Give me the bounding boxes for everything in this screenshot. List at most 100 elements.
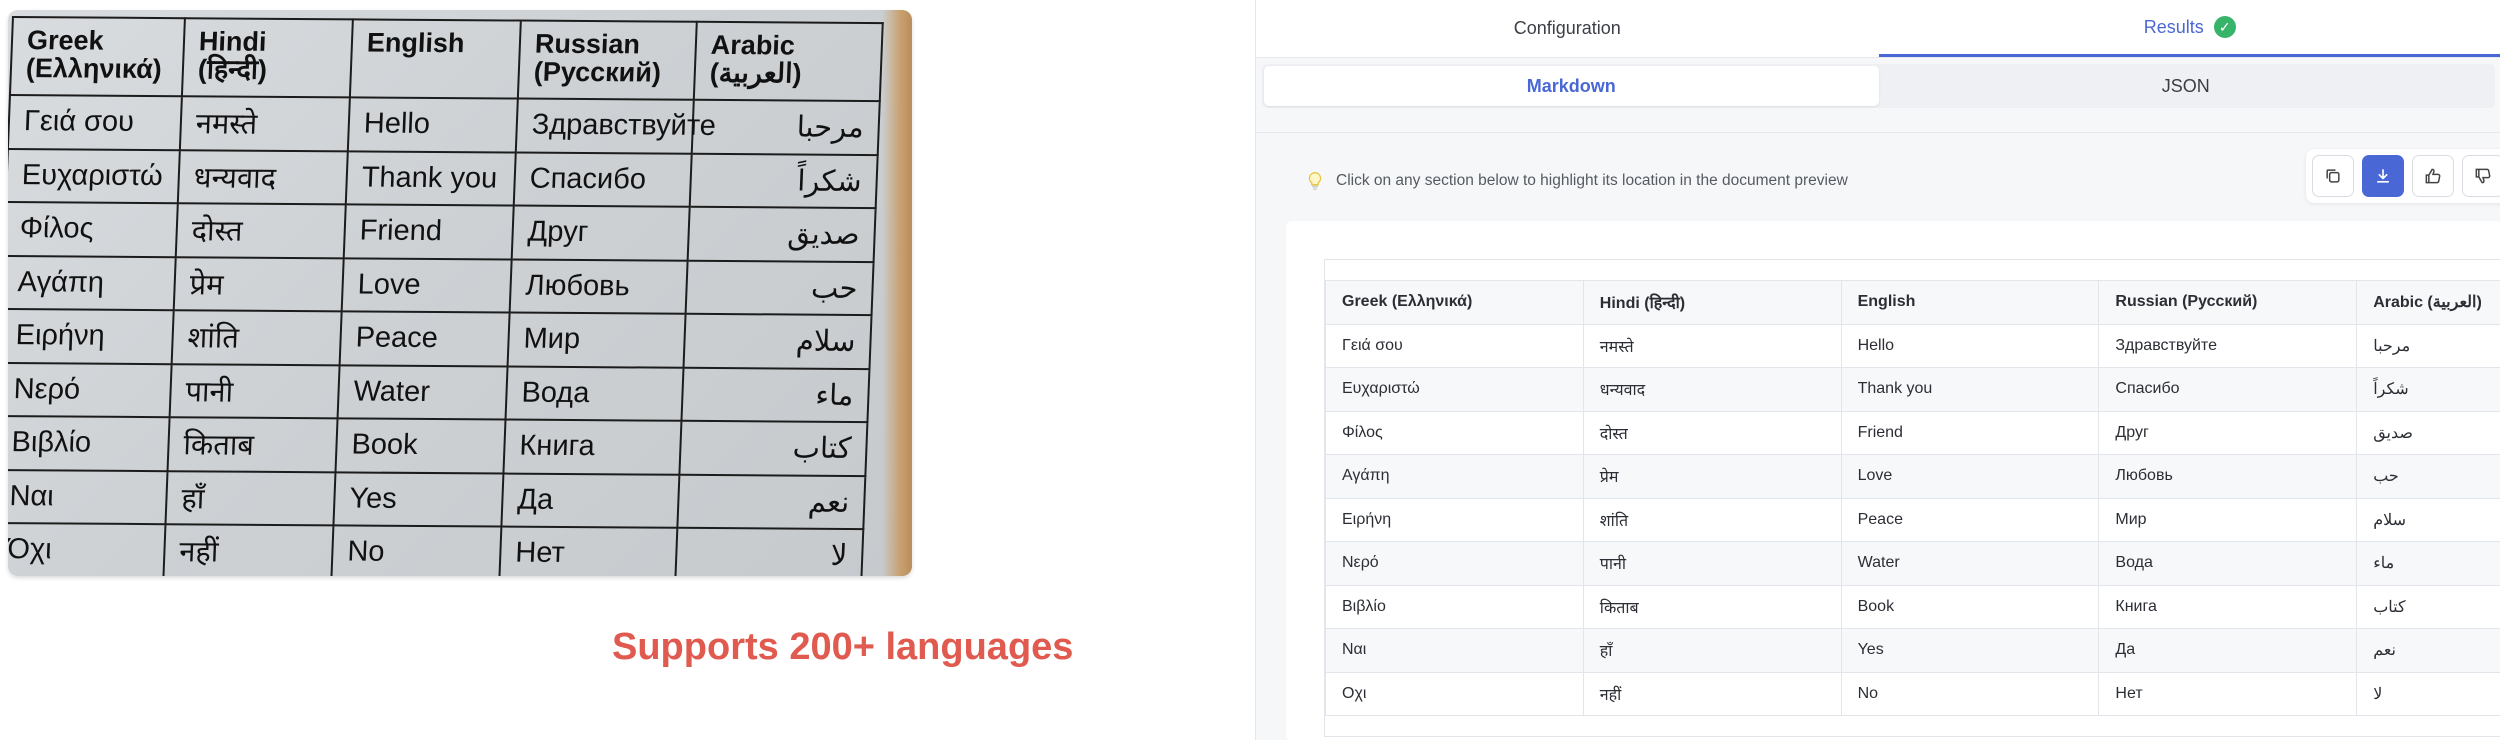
table-row[interactable]: Φίλος दोस्त Friend Друг صديق: [1325, 410, 2500, 455]
table-cell[interactable]: शांति: [1582, 497, 1842, 542]
table-cell[interactable]: Βιβλίο: [1325, 584, 1584, 629]
download-button[interactable]: [2362, 155, 2404, 197]
table-cell[interactable]: Οχι: [1325, 671, 1584, 716]
table-cell[interactable]: Ειρήνη: [1325, 497, 1584, 542]
table-cell[interactable]: ماء: [2356, 541, 2500, 586]
table-cell[interactable]: صديق: [2356, 410, 2500, 455]
tab-configuration[interactable]: Configuration: [1256, 0, 1879, 57]
printed-table-cell: Ειρήνη: [8, 308, 174, 364]
tab-markdown[interactable]: Markdown: [1264, 66, 1879, 106]
table-cell[interactable]: Любовь: [2098, 454, 2358, 499]
table-cell[interactable]: दोस्त: [1582, 410, 1842, 455]
table-cell[interactable]: Книга: [2098, 584, 2358, 629]
tab-results[interactable]: Results ✓: [1878, 0, 2500, 57]
printed-header-cell: Russian (Русский): [517, 20, 697, 100]
table-cell[interactable]: Спасибо: [2098, 367, 2358, 412]
table-cell[interactable]: نعم: [2356, 628, 2500, 673]
table-cell[interactable]: Ναι: [1325, 628, 1584, 673]
table-cell[interactable]: حب: [2356, 454, 2500, 499]
table-cell[interactable]: Friend: [1840, 410, 2100, 455]
table-cell[interactable]: No: [1840, 671, 2100, 716]
markdown-header-cell[interactable]: Greek (Ελληνικά): [1325, 280, 1584, 325]
table-cell[interactable]: Hello: [1840, 323, 2100, 368]
table-row[interactable]: Βιβλίο किताब Book Книга كتاب: [1325, 584, 2500, 629]
printed-header-native: (Русский): [533, 56, 662, 88]
table-cell[interactable]: Φίλος: [1325, 410, 1584, 455]
table-cell[interactable]: नहीं: [1582, 671, 1842, 716]
printed-table-cell: Здравствуйте: [515, 98, 717, 154]
table-cell[interactable]: Νερό: [1325, 541, 1584, 586]
printed-table-cell: Water: [337, 364, 508, 420]
printed-table-cell: No: [331, 525, 502, 576]
table-cell[interactable]: Да: [2098, 628, 2358, 673]
table-cell[interactable]: Yes: [1840, 628, 2100, 673]
table-cell[interactable]: سلام: [2356, 497, 2500, 542]
printed-table-cell: لا: [675, 527, 864, 576]
table-cell[interactable]: Мир: [2098, 497, 2358, 542]
table-cell[interactable]: Нет: [2098, 671, 2358, 716]
printed-table-cell: Вода: [505, 366, 684, 421]
printed-table-cell: Ευχαριστώ: [8, 148, 180, 204]
table-cell[interactable]: Αγάπη: [1325, 454, 1584, 499]
printed-table-cell: Друг: [511, 205, 690, 261]
copy-button[interactable]: [2312, 155, 2354, 197]
printed-table-cell: Book: [335, 418, 506, 474]
table-cell[interactable]: हाँ: [1582, 628, 1842, 673]
markdown-header-cell[interactable]: Hindi (हिन्दी): [1582, 280, 1842, 325]
printed-table-cell: Thank you: [345, 150, 516, 206]
markdown-table-body: Γειά σου नमस्ते Hello Здравствуйте مرحبا Ευχα…: [1325, 323, 2500, 716]
markdown-header-cell[interactable]: Arabic (العربية): [2356, 280, 2500, 325]
markdown-table-scroll[interactable]: Greek (Ελληνικά) Hindi (हिन्दी) English Rus…: [1324, 259, 2500, 737]
table-cell[interactable]: Water: [1840, 541, 2100, 586]
thumbs-up-button[interactable]: [2412, 155, 2454, 197]
printed-table-cell: हाँ: [165, 470, 336, 526]
printed-table-cell: Да: [501, 473, 680, 528]
table-cell[interactable]: Вода: [2098, 541, 2358, 586]
table-row[interactable]: Οχι नहीं No Нет لا: [1325, 671, 2500, 716]
hint-message: Click on any section below to highlight …: [1304, 170, 1848, 192]
table-cell[interactable]: किताब: [1582, 584, 1842, 629]
table-cell[interactable]: مرحبا: [2356, 323, 2500, 368]
table-cell[interactable]: Γειά σου: [1325, 323, 1584, 368]
printed-table-row: Ειρήνη शांति Peace Мир سلام: [8, 308, 872, 369]
table-cell[interactable]: Здравствуйте: [2098, 323, 2358, 368]
table-row[interactable]: Ειρήνη शांति Peace Мир سلام: [1325, 497, 2500, 542]
table-cell[interactable]: नमस्ते: [1582, 323, 1842, 368]
table-row[interactable]: Αγάπη प्रेम Love Любовь حب: [1325, 454, 2500, 499]
table-row[interactable]: Ευχαριστώ धन्यवाद Thank you Спасибо شكراً: [1325, 367, 2500, 412]
markdown-header-cell[interactable]: Russian (Русский): [2098, 280, 2358, 325]
printed-table-cell: Νερό: [8, 362, 172, 418]
table-cell[interactable]: Thank you: [1840, 367, 2100, 412]
table-cell[interactable]: धन्यवाद: [1582, 367, 1842, 412]
table-cell[interactable]: لا: [2356, 671, 2500, 716]
table-cell[interactable]: पानी: [1582, 541, 1842, 586]
table-row[interactable]: Ναι हाँ Yes Да نعم: [1325, 628, 2500, 673]
printed-table-cell: दोस्त: [175, 203, 346, 258]
table-row[interactable]: Νερό पानी Water Вода ماء: [1325, 541, 2500, 586]
tab-json-label: JSON: [2161, 75, 2210, 96]
printed-table-header-row: Greek (Ελληνικά) Hindi (हिन्दी) English Russi…: [9, 17, 883, 102]
table-cell[interactable]: प्रेम: [1582, 454, 1842, 499]
printed-header-native: (हिन्दी): [197, 54, 268, 85]
markdown-header-cell[interactable]: English: [1840, 280, 2100, 325]
table-cell[interactable]: شكراً: [2356, 367, 2500, 412]
printed-table-row: Γειά σου नमस्ते Hello Здравствуйте مرحبا: [8, 95, 880, 155]
table-cell[interactable]: Love: [1840, 454, 2100, 499]
table-cell[interactable]: Peace: [1840, 497, 2100, 542]
printed-header-cell: Arabic (العربية): [693, 21, 883, 102]
table-cell[interactable]: Book: [1840, 584, 2100, 629]
table-cell[interactable]: كتاب: [2356, 584, 2500, 629]
printed-table-cell: Мир: [507, 312, 686, 368]
tab-json[interactable]: JSON: [1879, 66, 2494, 106]
table-row[interactable]: Γειά σου नमस्ते Hello Здравствуйте مرحبا: [1325, 323, 2500, 368]
printed-table-row: Όχι नहीं No Нет لا: [8, 522, 864, 576]
results-panel: Configuration Results ✓ Markdown JSON Cl…: [1255, 0, 2500, 740]
table-cell[interactable]: Друг: [2098, 410, 2358, 455]
markdown-preview-card: Greek (Ελληνικά) Hindi (हिन्दी) English Rus…: [1286, 221, 2500, 740]
printed-table-cell: نعم: [677, 474, 866, 530]
languages-tagline: Supports 200+ languages: [612, 626, 1074, 668]
thumbs-down-button[interactable]: [2462, 155, 2500, 197]
tab-markdown-label: Markdown: [1526, 75, 1616, 96]
printed-table-cell: كتاب: [679, 420, 868, 476]
table-cell[interactable]: Ευχαριστώ: [1325, 367, 1584, 412]
